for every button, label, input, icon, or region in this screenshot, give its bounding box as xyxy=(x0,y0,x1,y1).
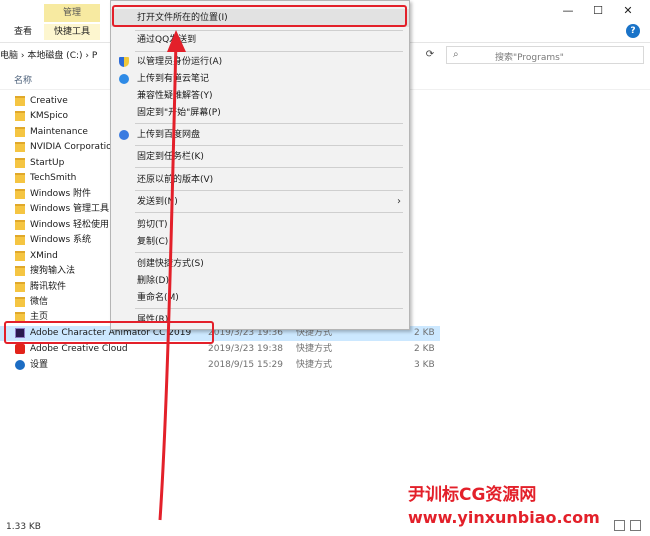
watermark-title: 尹训标CG资源网 xyxy=(408,485,537,505)
annotation-arrow-head xyxy=(167,30,186,52)
watermark-url: www.yinxunbiao.com xyxy=(408,508,600,527)
annotation-arrow-line xyxy=(158,39,178,521)
annotation-arrow xyxy=(158,30,186,521)
